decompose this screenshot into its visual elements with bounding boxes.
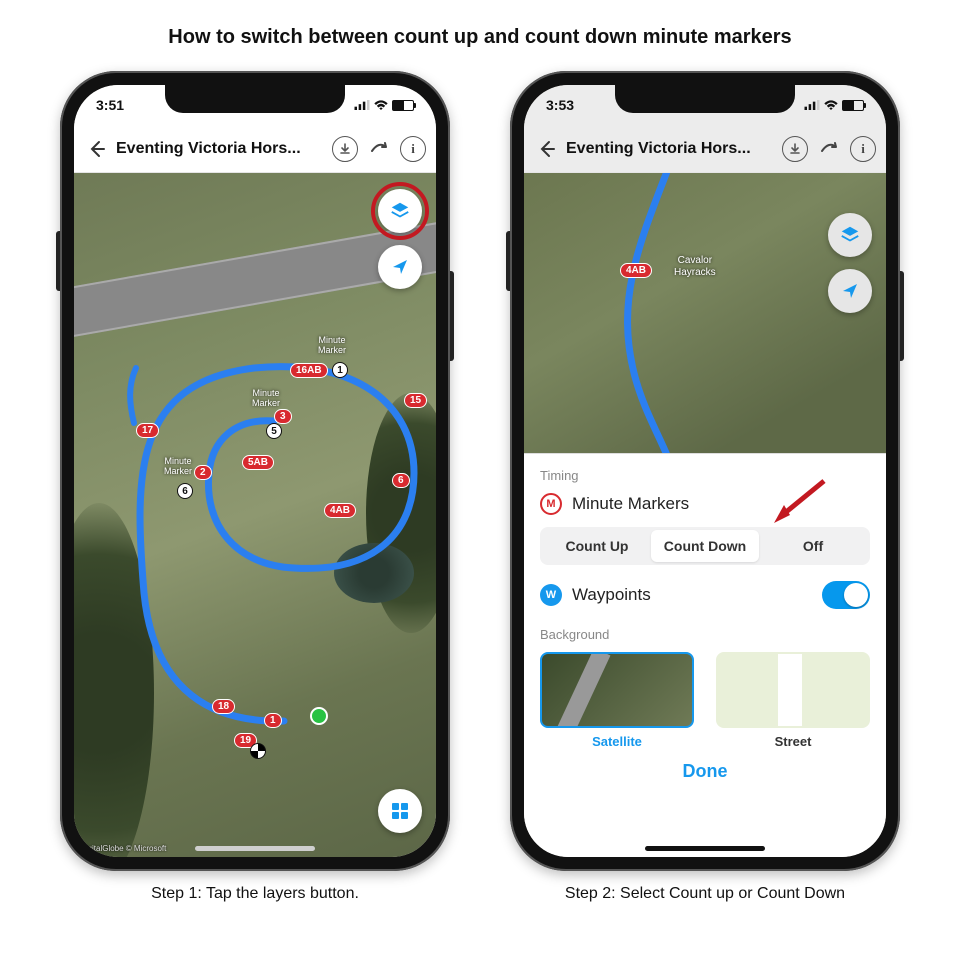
minute-markers-icon: M	[540, 493, 562, 515]
minute-marker-label: Minute Marker	[164, 457, 192, 477]
bg-option-label: Street	[775, 734, 812, 749]
phone-step-1: 3:51 Eventing Victoria Hors...	[60, 71, 450, 903]
download-button[interactable]	[782, 136, 808, 162]
layers-icon	[839, 224, 861, 246]
wifi-icon	[374, 100, 388, 110]
waypoint-pill[interactable]: 15	[404, 393, 427, 408]
status-indicators	[354, 100, 414, 111]
waypoints-row: W Waypoints	[540, 581, 870, 609]
minute-marker-icon[interactable]: 5	[266, 423, 282, 439]
satellite-thumb	[540, 652, 694, 728]
map-header: Eventing Victoria Hors... i	[74, 125, 436, 173]
status-indicators	[804, 100, 864, 111]
layers-sheet: Timing M Minute Markers Count Up Count D…	[524, 453, 886, 857]
cellular-icon	[354, 100, 370, 110]
step-1-caption: Step 1: Tap the layers button.	[60, 885, 450, 903]
minute-marker-icon[interactable]: 6	[177, 483, 193, 499]
minute-marker-icon[interactable]: 1	[332, 362, 348, 378]
arrow-left-icon	[87, 139, 107, 159]
home-indicator[interactable]	[195, 846, 315, 851]
minute-markers-row: M Minute Markers	[540, 493, 870, 515]
street-thumb	[716, 652, 870, 728]
bg-option-street[interactable]: Street	[716, 652, 870, 749]
done-button[interactable]: Done	[540, 749, 870, 794]
bg-option-label: Satellite	[592, 734, 642, 749]
locate-button[interactable]	[828, 269, 872, 313]
map-view[interactable]: 4AB Cavalor Hayracks	[524, 173, 886, 453]
map-view[interactable]: 16AB 15 17 3 5AB 2 6 4AB 18 1 19 Minute …	[74, 173, 436, 857]
header-title: Eventing Victoria Hors...	[566, 140, 776, 158]
seg-count-up[interactable]: Count Up	[543, 530, 651, 562]
share-icon	[819, 139, 839, 159]
phone-notch	[615, 85, 795, 113]
location-arrow-icon	[390, 257, 410, 277]
waypoints-icon: W	[540, 584, 562, 606]
minute-markers-label: Minute Markers	[572, 494, 689, 514]
phone-notch	[165, 85, 345, 113]
cellular-icon	[804, 100, 820, 110]
course-route	[524, 173, 886, 453]
download-button[interactable]	[332, 136, 358, 162]
grid-button[interactable]	[378, 789, 422, 833]
annotation-arrow-icon	[770, 477, 830, 525]
map-attribution: DigitalGlobe © Microsoft	[80, 844, 166, 853]
step-2-caption: Step 2: Select Count up or Count Down	[510, 885, 900, 903]
download-icon	[788, 142, 802, 156]
status-time: 3:51	[96, 97, 124, 113]
map-header: Eventing Victoria Hors... i	[524, 125, 886, 173]
waypoint-pill[interactable]: 18	[212, 699, 235, 714]
waypoint-pill[interactable]: 4AB	[324, 503, 356, 518]
locate-button[interactable]	[378, 245, 422, 289]
waypoint-pill[interactable]: 1	[264, 713, 282, 728]
share-icon	[369, 139, 389, 159]
back-button[interactable]	[534, 136, 560, 162]
page-title: How to switch between count up and count…	[0, 26, 960, 49]
background-section-label: Background	[540, 627, 870, 642]
waypoint-pill[interactable]: 5AB	[242, 455, 274, 470]
info-button[interactable]: i	[400, 136, 426, 162]
battery-icon	[842, 100, 864, 111]
waypoint-pill[interactable]: 3	[274, 409, 292, 424]
location-arrow-icon	[840, 281, 860, 301]
minute-marker-label: Minute Marker	[318, 336, 346, 356]
wifi-icon	[824, 100, 838, 110]
waypoints-toggle[interactable]	[822, 581, 870, 609]
waypoint-pill[interactable]: 16AB	[290, 363, 328, 378]
grid-icon	[390, 801, 410, 821]
minute-markers-segment: Count Up Count Down Off	[540, 527, 870, 565]
back-button[interactable]	[84, 136, 110, 162]
share-button[interactable]	[814, 134, 844, 164]
waypoint-pill[interactable]: 2	[194, 465, 212, 480]
header-title: Eventing Victoria Hors...	[116, 140, 326, 158]
finish-flag-icon	[250, 743, 266, 759]
waypoint-pill[interactable]: 6	[392, 473, 410, 488]
battery-icon	[392, 100, 414, 111]
seg-off[interactable]: Off	[759, 530, 867, 562]
waypoint-label: Cavalor Hayracks	[674, 255, 716, 278]
home-indicator[interactable]	[645, 846, 765, 851]
current-location-dot	[310, 707, 328, 725]
seg-count-down[interactable]: Count Down	[651, 530, 759, 562]
waypoints-label: Waypoints	[572, 585, 651, 605]
arrow-left-icon	[537, 139, 557, 159]
status-time: 3:53	[546, 97, 574, 113]
waypoint-pill[interactable]: 4AB	[620, 263, 652, 278]
phone-step-2: 3:53 Eventing Victoria Hors...	[510, 71, 900, 903]
minute-marker-label: Minute Marker	[252, 389, 280, 409]
info-button[interactable]: i	[850, 136, 876, 162]
layers-button[interactable]	[828, 213, 872, 257]
bg-option-satellite[interactable]: Satellite	[540, 652, 694, 749]
annotation-circle	[371, 182, 429, 240]
share-button[interactable]	[364, 134, 394, 164]
download-icon	[338, 142, 352, 156]
waypoint-pill[interactable]: 17	[136, 423, 159, 438]
